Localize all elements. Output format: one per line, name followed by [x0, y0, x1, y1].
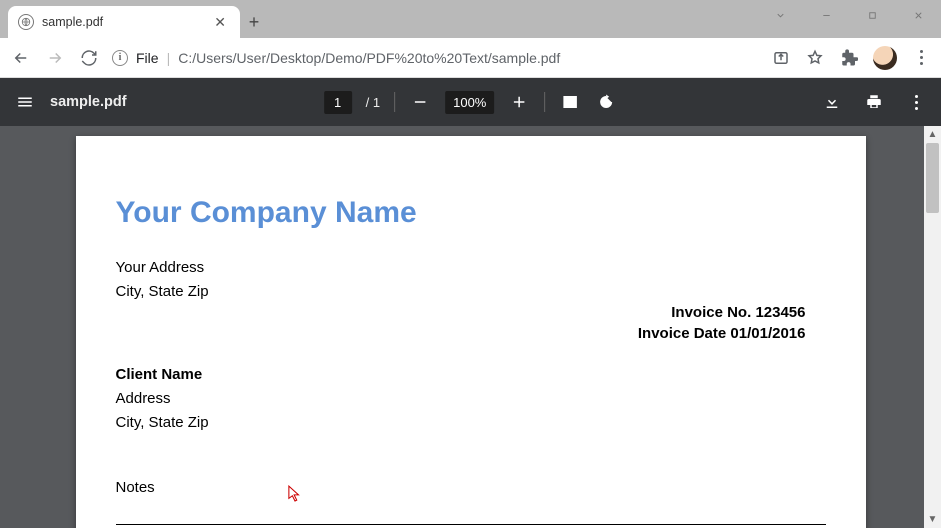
pdf-toolbar-center: 1 / 1 100% [324, 91, 618, 114]
forward-button[interactable] [44, 47, 66, 69]
client-name: Client Name [116, 365, 826, 385]
pdf-more-button[interactable] [905, 91, 927, 113]
extensions-icon[interactable] [839, 48, 859, 68]
pdf-toolbar-right [821, 91, 927, 113]
company-address-line2: City, State Zip [116, 282, 826, 302]
browser-menu-button[interactable] [911, 48, 931, 68]
file-scheme-label: File [136, 50, 159, 66]
browser-actions [771, 46, 931, 70]
scroll-thumb[interactable] [926, 143, 939, 213]
fit-page-button[interactable] [559, 91, 581, 113]
notes-label: Notes [116, 479, 826, 496]
reload-button[interactable] [78, 47, 100, 69]
company-name: Your Company Name [116, 196, 826, 230]
zoom-out-button[interactable] [409, 91, 431, 113]
menu-icon[interactable] [14, 91, 36, 113]
scroll-down-arrow-icon[interactable]: ▼ [924, 511, 941, 528]
globe-icon [18, 14, 34, 30]
pdf-filename: sample.pdf [50, 94, 127, 110]
page-input[interactable]: 1 [324, 91, 352, 114]
pdf-toolbar: sample.pdf 1 / 1 100% [0, 78, 941, 126]
site-info-icon[interactable]: i [112, 50, 128, 66]
profile-avatar[interactable] [873, 46, 897, 70]
window-controls [757, 0, 941, 30]
divider [394, 92, 395, 112]
divider [544, 92, 545, 112]
company-address-line1: Your Address [116, 258, 826, 278]
address-bar[interactable]: i File | C:/Users/User/Desktop/Demo/PDF%… [112, 50, 759, 66]
client-city-state-zip: City, State Zip [116, 413, 826, 433]
client-address: Address [116, 389, 826, 409]
scroll-track[interactable] [924, 143, 941, 511]
bookmark-star-icon[interactable] [805, 48, 825, 68]
back-button[interactable] [10, 47, 32, 69]
window-minimize-button[interactable] [803, 0, 849, 30]
vertical-scrollbar[interactable]: ▲ ▼ [924, 126, 941, 528]
scroll-up-arrow-icon[interactable]: ▲ [924, 126, 941, 143]
print-button[interactable] [863, 91, 885, 113]
window-close-button[interactable] [895, 0, 941, 30]
invoice-date-line: Invoice Date 01/01/2016 [638, 323, 806, 344]
window-maximize-button[interactable] [849, 0, 895, 30]
close-tab-icon[interactable]: ✕ [210, 14, 230, 31]
pdf-viewport[interactable]: Your Company Name Your Address City, Sta… [0, 126, 941, 528]
client-block: Client Name Address City, State Zip [116, 365, 826, 434]
window-dropdown-icon[interactable] [757, 0, 803, 30]
share-icon[interactable] [771, 48, 791, 68]
pdf-page: Your Company Name Your Address City, Sta… [76, 136, 866, 528]
invoice-meta: Invoice No. 123456 Invoice Date 01/01/20… [638, 302, 806, 344]
notes-rule [116, 524, 826, 525]
zoom-level[interactable]: 100% [445, 91, 494, 114]
zoom-in-button[interactable] [508, 91, 530, 113]
download-button[interactable] [821, 91, 843, 113]
browser-toolbar: i File | C:/Users/User/Desktop/Demo/PDF%… [0, 38, 941, 78]
browser-tab[interactable]: sample.pdf ✕ [8, 6, 240, 38]
window-titlebar: sample.pdf ✕ + [0, 0, 941, 38]
invoice-number-line: Invoice No. 123456 [638, 302, 806, 323]
tab-title: sample.pdf [42, 15, 210, 29]
url-path: C:/Users/User/Desktop/Demo/PDF%20to%20Te… [178, 50, 560, 66]
rotate-button[interactable] [595, 91, 617, 113]
page-total: / 1 [366, 95, 380, 110]
new-tab-button[interactable]: + [240, 6, 268, 38]
url-separator: | [167, 50, 171, 66]
